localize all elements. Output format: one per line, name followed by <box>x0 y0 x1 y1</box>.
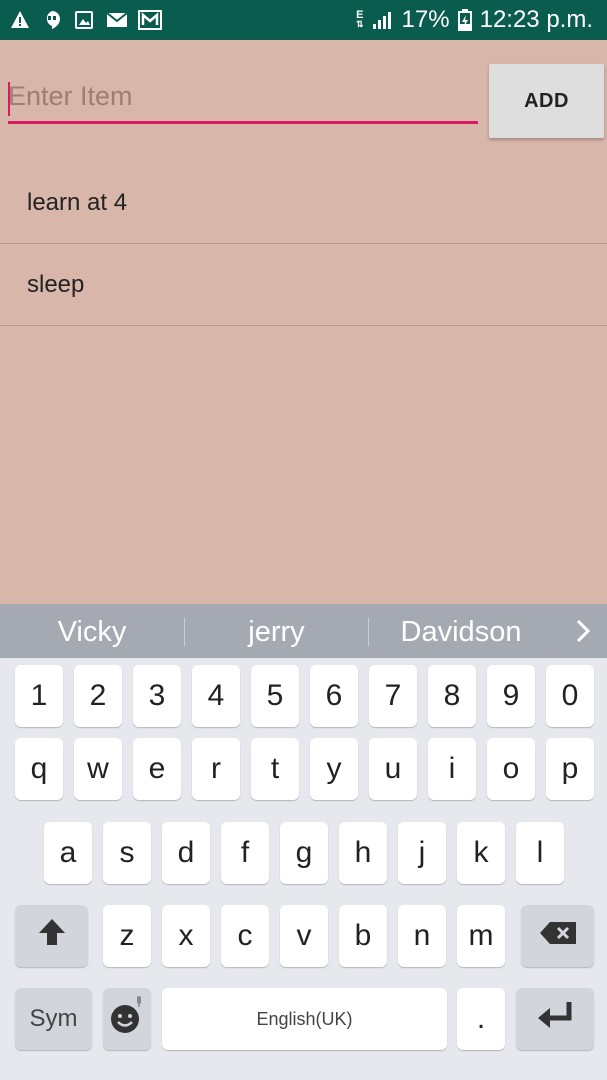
key-j[interactable]: j <box>398 822 446 884</box>
battery-percent: 17% <box>401 6 450 33</box>
space-key[interactable]: English(UK) <box>162 988 447 1050</box>
key-l[interactable]: l <box>516 822 564 884</box>
items-list: learn at 4 sleep <box>0 162 607 326</box>
list-item[interactable]: sleep <box>0 244 607 326</box>
key-3[interactable]: 3 <box>133 665 181 727</box>
emoji-icon <box>110 995 144 1043</box>
key-6[interactable]: 6 <box>310 665 358 727</box>
suggestion-3[interactable]: Davidson <box>369 604 553 658</box>
backspace-icon <box>539 919 577 953</box>
key-c[interactable]: c <box>221 905 269 967</box>
key-w[interactable]: w <box>74 738 122 800</box>
key-a[interactable]: a <box>44 822 92 884</box>
key-k[interactable]: k <box>457 822 505 884</box>
key-m[interactable]: m <box>457 905 505 967</box>
key-p[interactable]: p <box>546 738 594 800</box>
emoji-key[interactable] <box>103 988 151 1050</box>
suggestion-2[interactable]: jerry <box>185 604 368 658</box>
key-7[interactable]: 7 <box>369 665 417 727</box>
key-t[interactable]: t <box>251 738 299 800</box>
warning-icon <box>10 10 30 30</box>
key-y[interactable]: y <box>310 738 358 800</box>
text-cursor <box>8 82 10 116</box>
network-type-icon: E ⇅ <box>356 9 364 29</box>
backspace-key[interactable] <box>521 905 594 967</box>
key-h[interactable]: h <box>339 822 387 884</box>
hangouts-icon <box>42 10 62 30</box>
image-icon <box>74 10 94 30</box>
suggestion-1[interactable]: Vicky <box>0 604 184 658</box>
shift-key[interactable] <box>15 905 88 967</box>
key-o[interactable]: o <box>487 738 535 800</box>
key-z[interactable]: z <box>103 905 151 967</box>
key-9[interactable]: 9 <box>487 665 535 727</box>
key-1[interactable]: 1 <box>15 665 63 727</box>
key-x[interactable]: x <box>162 905 210 967</box>
key-n[interactable]: n <box>398 905 446 967</box>
status-bar: E ⇅ 17% 12:23 p.m. <box>0 0 607 40</box>
add-button[interactable]: ADD <box>489 64 604 138</box>
gmail-icon <box>138 10 162 30</box>
item-input[interactable] <box>8 72 478 124</box>
signal-icon <box>372 10 394 30</box>
sym-key[interactable]: Sym <box>15 988 92 1050</box>
key-u[interactable]: u <box>369 738 417 800</box>
enter-icon <box>536 1000 574 1038</box>
key-4[interactable]: 4 <box>192 665 240 727</box>
list-item[interactable]: learn at 4 <box>0 162 607 244</box>
key-f[interactable]: f <box>221 822 269 884</box>
key-8[interactable]: 8 <box>428 665 476 727</box>
email-icon <box>106 10 128 30</box>
key-d[interactable]: d <box>162 822 210 884</box>
keyboard: Vicky jerry Davidson 1 2 3 4 5 6 7 8 9 0… <box>0 604 607 1080</box>
key-q[interactable]: q <box>15 738 63 800</box>
key-5[interactable]: 5 <box>251 665 299 727</box>
key-0[interactable]: 0 <box>546 665 594 727</box>
key-i[interactable]: i <box>428 738 476 800</box>
clock: 12:23 p.m. <box>479 6 593 33</box>
key-b[interactable]: b <box>339 905 387 967</box>
suggestion-bar: Vicky jerry Davidson <box>0 604 607 658</box>
enter-key[interactable] <box>516 988 594 1050</box>
key-v[interactable]: v <box>280 905 328 967</box>
chevron-right-icon[interactable] <box>575 618 591 649</box>
key-s[interactable]: s <box>103 822 151 884</box>
battery-icon <box>457 9 472 31</box>
shift-arrow-icon <box>37 917 67 955</box>
period-key[interactable]: . <box>457 988 505 1050</box>
key-g[interactable]: g <box>280 822 328 884</box>
key-e[interactable]: e <box>133 738 181 800</box>
key-r[interactable]: r <box>192 738 240 800</box>
key-2[interactable]: 2 <box>74 665 122 727</box>
